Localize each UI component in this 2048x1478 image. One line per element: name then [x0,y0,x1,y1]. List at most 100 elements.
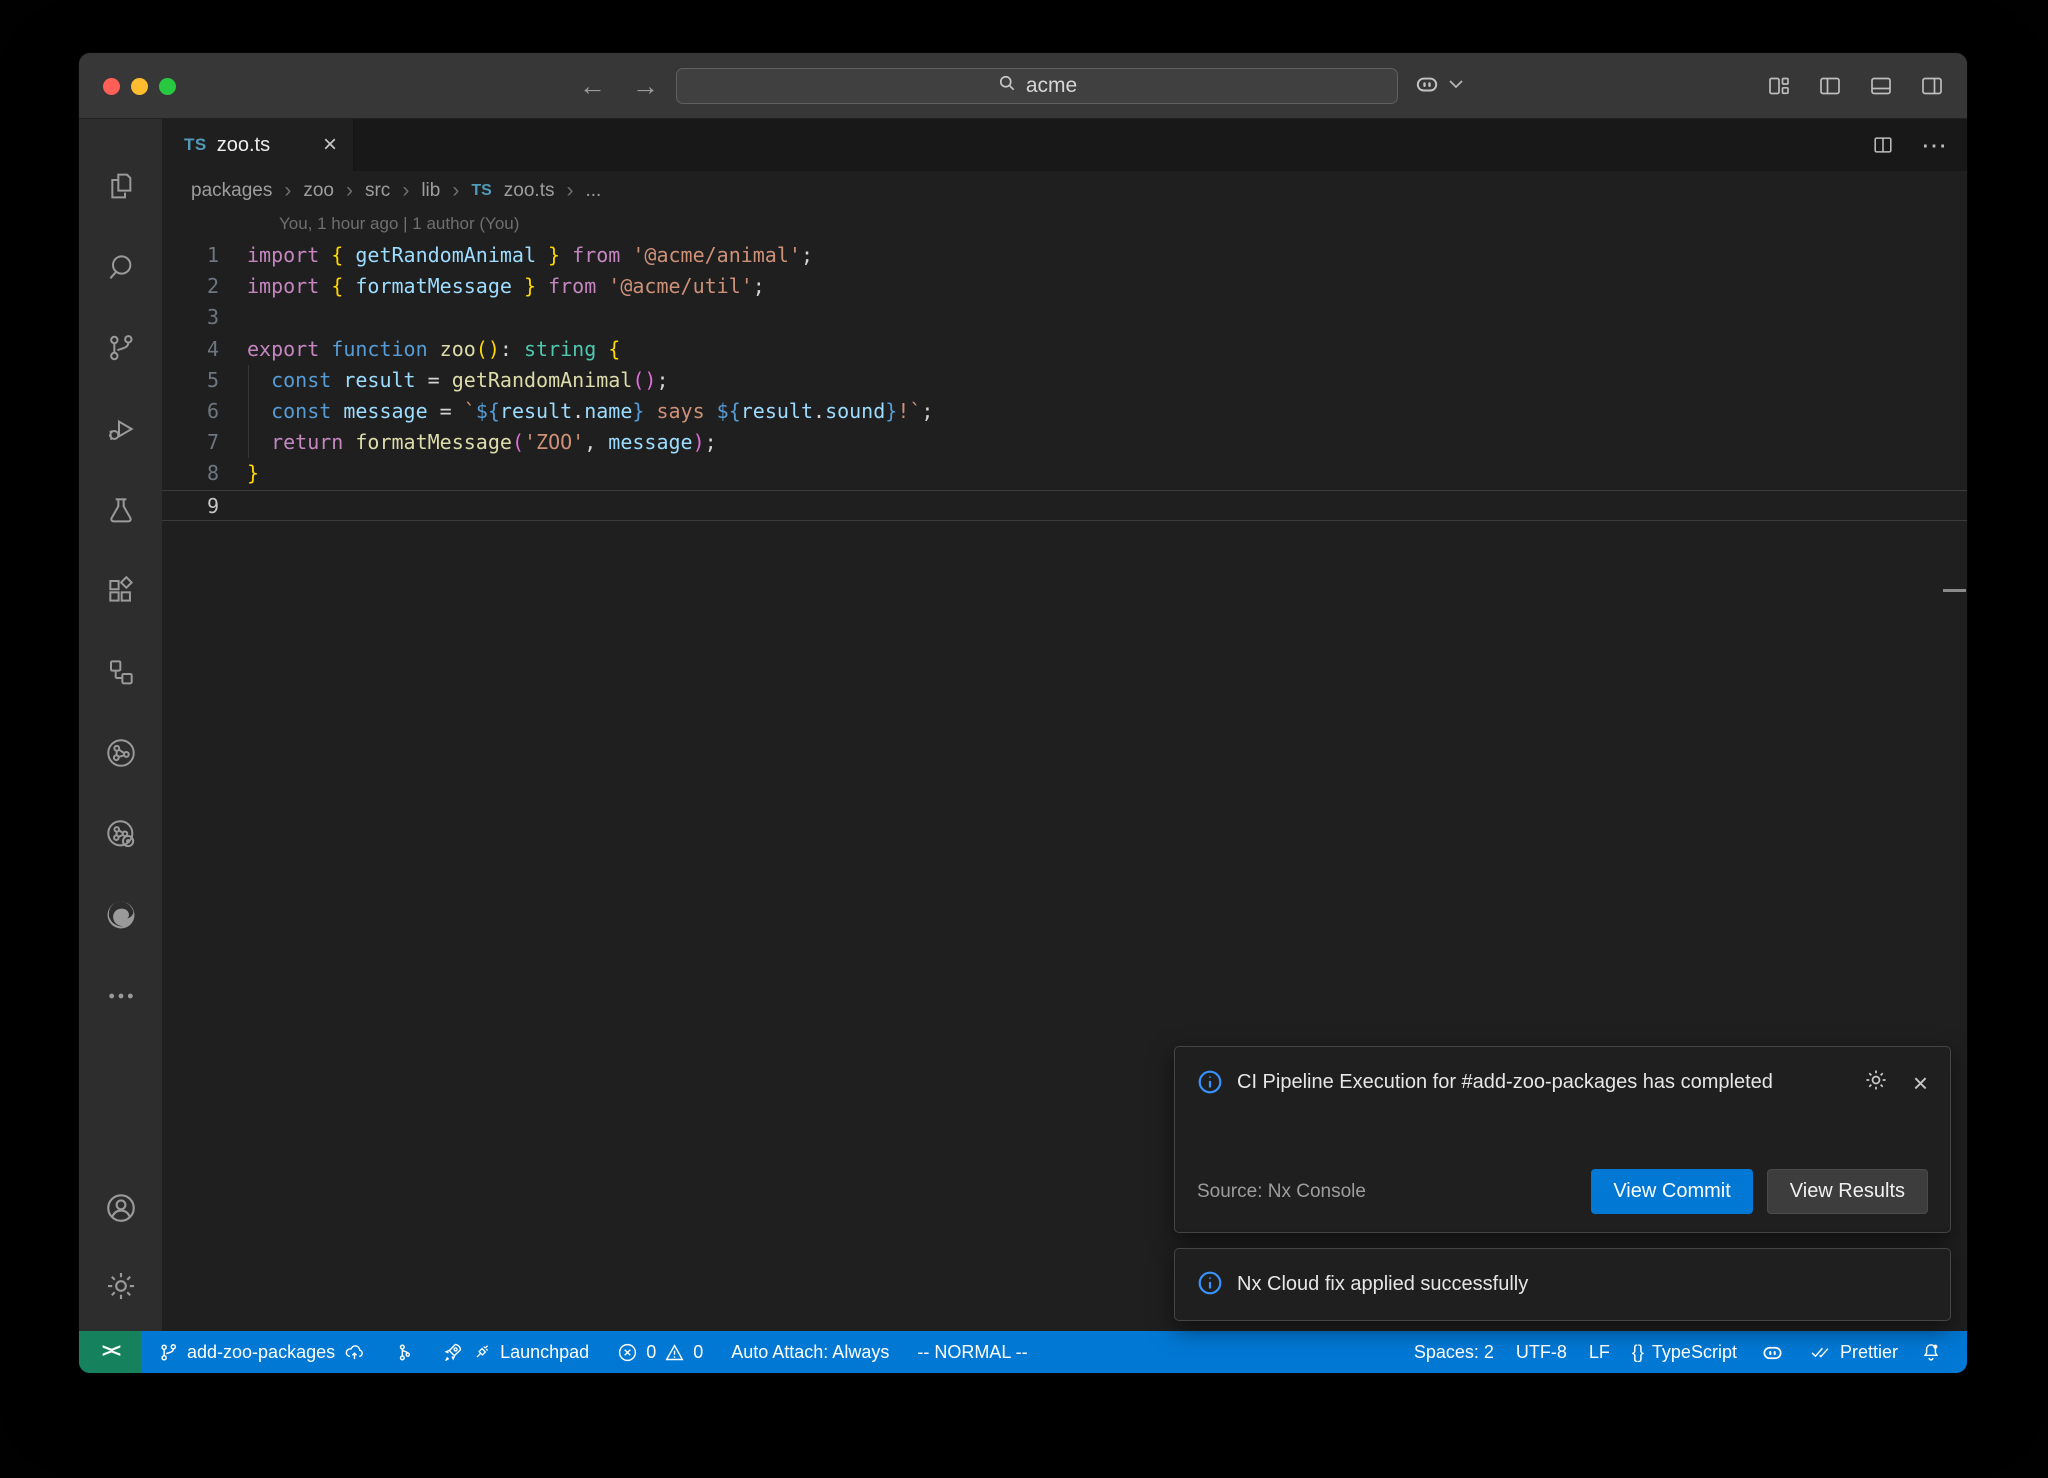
customize-layout-icon[interactable] [1766,74,1792,98]
traffic-lights [103,78,176,95]
git-branch-status[interactable]: add-zoo-packages [147,1331,377,1373]
breadcrumb-item[interactable]: packages [191,180,272,202]
forward-icon[interactable]: → [632,73,659,100]
breadcrumb-more[interactable]: ... [585,180,601,202]
language-mode-status[interactable]: {} TypeScript [1621,1331,1748,1373]
rocket-icon [442,1341,464,1363]
settings-gear-icon[interactable] [104,1269,138,1303]
screenshot-stage: ← → acme [0,0,2048,1478]
tab-bar: TS zoo.ts × ⋯ [162,119,1967,171]
minimize-window-button[interactable] [131,78,148,95]
notifications-bell[interactable] [1909,1331,1953,1373]
chevron-right-icon: › [346,179,353,203]
chevron-right-icon: › [402,179,409,203]
error-icon [617,1342,638,1363]
copilot-icon [1759,1341,1786,1364]
maximize-window-button[interactable] [159,78,176,95]
cloud-upload-icon [343,1342,366,1363]
back-icon[interactable]: ← [579,73,606,100]
line-number: 4 [162,334,247,365]
code-line-3[interactable]: 3 [162,302,1967,333]
code-line-7[interactable]: 7 return formatMessage('ZOO', message); [162,427,1967,458]
breadcrumb-file[interactable]: zoo.ts [504,180,555,202]
bell-dot-icon [1920,1341,1942,1363]
code-line-5[interactable]: 5 const result = getRandomAnimal(); [162,365,1967,396]
testing-icon[interactable] [104,493,138,527]
line-number: 2 [162,271,247,302]
search-view-icon[interactable] [104,250,138,284]
vscode-window: ← → acme [78,52,1968,1374]
notification-close-icon[interactable]: × [1913,1070,1928,1096]
indentation-status[interactable]: Spaces: 2 [1403,1331,1505,1373]
code-lines: 1import { getRandomAnimal } from '@acme/… [162,240,1967,521]
copilot-menu[interactable] [1412,53,1464,119]
typescript-file-icon: TS [471,182,491,200]
code-line-9[interactable]: 9 [162,490,1967,521]
code-line-8[interactable]: 8} [162,458,1967,489]
more-views-icon[interactable] [104,979,138,1013]
code-line-4[interactable]: 4export function zoo(): string { [162,334,1967,365]
nx-graph-icon[interactable] [104,736,138,770]
code-text: export function zoo(): string { [247,334,1967,365]
edge-browser-icon[interactable] [104,898,138,932]
view-commit-button[interactable]: View Commit [1591,1169,1752,1214]
double-check-icon [1808,1342,1832,1362]
breadcrumb-item[interactable]: zoo [303,180,334,202]
chevron-right-icon: › [284,179,291,203]
code-line-2[interactable]: 2import { formatMessage } from '@acme/ut… [162,271,1967,302]
line-number: 7 [162,427,247,458]
braces-icon: {} [1632,1342,1644,1363]
eol-status[interactable]: LF [1578,1331,1621,1373]
line-number: 6 [162,396,247,427]
notification-title: CI Pipeline Execution for #add-zoo-packa… [1237,1067,1777,1098]
vim-mode-status[interactable]: -- NORMAL -- [906,1331,1038,1373]
git-branch-icon [158,1342,179,1363]
explorer-icon[interactable] [104,169,138,203]
notification-nx-cloud-fix: Nx Cloud fix applied successfully [1174,1248,1951,1321]
chevron-right-icon: › [452,179,459,203]
launchpad-status[interactable]: Launchpad [431,1331,600,1373]
command-center-search[interactable]: acme [676,68,1398,104]
code-text: const message = `${result.name} says ${r… [247,396,1967,427]
breadcrumb-item[interactable]: src [365,180,390,202]
git-blame-annotation: You, 1 hour ago | 1 author (You) [279,214,1967,240]
toggle-secondary-sidebar-icon[interactable] [1919,74,1945,98]
titlebar: ← → acme [79,53,1967,119]
auto-attach-status[interactable]: Auto Attach: Always [720,1331,900,1373]
code-line-6[interactable]: 6 const message = `${result.name} says $… [162,396,1967,427]
chevron-right-icon: › [566,179,573,203]
tab-zoo-ts[interactable]: TS zoo.ts × [162,119,354,171]
view-results-button[interactable]: View Results [1767,1169,1928,1214]
remote-icon: >< [102,1341,118,1363]
nx-graph-search-icon[interactable] [104,817,138,851]
copilot-status[interactable] [1748,1331,1797,1373]
close-tab-icon[interactable]: × [323,133,337,157]
git-graph-status[interactable] [383,1331,425,1373]
toggle-panel-icon[interactable] [1868,74,1894,98]
copilot-icon [1412,71,1442,102]
source-control-icon[interactable] [104,331,138,365]
status-bar: >< add-zoo-packages [79,1331,1967,1373]
breadcrumb-item[interactable]: lib [421,180,440,202]
problems-status[interactable]: 0 0 [606,1331,714,1373]
extensions-icon[interactable] [104,574,138,608]
notification-source: Source: Nx Console [1197,1181,1366,1203]
encoding-status[interactable]: UTF-8 [1505,1331,1578,1373]
notification-settings-gear-icon[interactable] [1863,1067,1889,1098]
notification-ci-pipeline: CI Pipeline Execution for #add-zoo-packa… [1174,1046,1951,1233]
formatter-status[interactable]: Prettier [1797,1331,1909,1373]
code-text: const result = getRandomAnimal(); [247,365,1967,396]
code-text: import { formatMessage } from '@acme/uti… [247,271,1967,302]
workspace-structure-icon[interactable] [104,655,138,689]
toggle-sidebar-icon[interactable] [1817,74,1843,98]
code-line-1[interactable]: 1import { getRandomAnimal } from '@acme/… [162,240,1967,271]
account-icon[interactable] [104,1191,138,1225]
info-icon [1197,1069,1223,1100]
split-editor-icon[interactable] [1871,134,1895,156]
run-debug-icon[interactable] [104,412,138,446]
plug-icon [472,1342,492,1362]
remote-indicator[interactable]: >< [79,1331,141,1373]
warning-count: 0 [693,1342,703,1363]
error-count: 0 [646,1342,656,1363]
close-window-button[interactable] [103,78,120,95]
